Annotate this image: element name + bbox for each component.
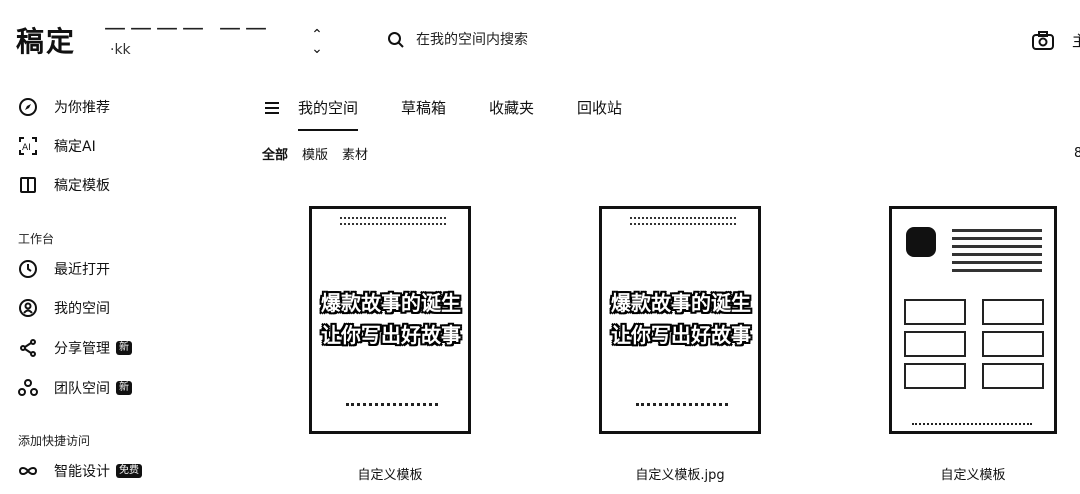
card-thumbnail[interactable] bbox=[889, 206, 1057, 434]
app-root: 稿定 ———— —— ·kk ⌃⌄ 主 为 bbox=[0, 0, 1080, 494]
thumbnail-subheadline: 让你写出好故事 bbox=[611, 323, 751, 347]
sidebar-item-templates[interactable]: 稿定模板 bbox=[18, 170, 218, 200]
team-switcher[interactable]: ———— —— ·kk ⌃ ⌄ bbox=[104, 14, 334, 60]
menu-icon[interactable] bbox=[262, 98, 282, 118]
sidebar-item-label: 团队空间 bbox=[54, 381, 110, 397]
top-bar: 稿定 ———— —— ·kk ⌃⌄ 主 bbox=[0, 0, 1080, 80]
decorative-dots bbox=[346, 403, 438, 411]
sidebar: 为你推荐 AI 稿定AI 稿定模板 工作台 最近打开 我的空间 分享管理 新 团… bbox=[0, 80, 230, 494]
search-icon bbox=[388, 32, 404, 48]
team-icon bbox=[18, 378, 38, 398]
filter-materials[interactable]: 素材 bbox=[342, 144, 368, 163]
sidebar-item-label: 稿定模板 bbox=[54, 178, 110, 194]
filter-all[interactable]: 全部 bbox=[262, 144, 288, 163]
thumbnail-headline: 爆款故事的诞生 bbox=[321, 291, 461, 315]
sidebar-item-recommend[interactable]: 为你推荐 bbox=[18, 92, 218, 122]
card-name[interactable]: 自定义模板 bbox=[309, 464, 471, 483]
sidebar-item-ai[interactable]: AI 稿定AI bbox=[18, 131, 218, 161]
sidebar-item-label: 我的空间 bbox=[54, 301, 110, 317]
decorative-dots bbox=[636, 403, 728, 411]
decorative-dots bbox=[912, 423, 1032, 427]
sidebar-item-team-space[interactable]: 团队空间 新 bbox=[18, 373, 218, 403]
sidebar-item-label: 为你推荐 bbox=[54, 100, 110, 116]
sidebar-item-label: 智能设计 bbox=[54, 464, 110, 480]
section-label-quick-access[interactable]: 添加快捷访问 bbox=[18, 432, 90, 449]
search-bar[interactable] bbox=[378, 24, 798, 56]
avatar bbox=[906, 227, 936, 257]
ai-icon: AI bbox=[18, 136, 38, 156]
sidebar-item-label: 最近打开 bbox=[54, 262, 110, 278]
free-badge: 免费 bbox=[116, 464, 142, 478]
file-card[interactable]: 爆款故事的诞生 让你写出好故事 自定义模板.jpg bbox=[599, 206, 761, 483]
thumbnail-headline: 爆款故事的诞生 bbox=[611, 291, 751, 315]
team-subtitle: ·kk bbox=[110, 42, 131, 58]
tab-trash[interactable]: 回收站 bbox=[577, 93, 622, 123]
space-tabs: 我的空间 草稿箱 收藏夹 回收站 bbox=[262, 88, 665, 131]
filter-templates[interactable]: 模版 bbox=[302, 144, 328, 163]
filter-bar: 全部 模版 素材 bbox=[262, 144, 382, 163]
decorative-dots bbox=[630, 217, 736, 225]
sidebar-item-label: 分享管理 bbox=[54, 341, 110, 357]
new-badge: 新 bbox=[116, 341, 132, 355]
section-label-workspace: 工作台 bbox=[18, 232, 55, 246]
sidebar-item-recent[interactable]: 最近打开 bbox=[18, 254, 218, 284]
document-preview bbox=[892, 209, 1054, 431]
sidebar-item-my-space[interactable]: 我的空间 bbox=[18, 293, 218, 323]
tab-my-space[interactable]: 我的空间 bbox=[298, 93, 359, 131]
chevron-updown-icon: ⌃ ⌄ bbox=[311, 27, 323, 57]
team-name: ———— —— bbox=[104, 16, 271, 41]
file-card[interactable]: 爆款故事的诞生 让你写出好故事 自定义模板 bbox=[309, 206, 471, 483]
svg-text:AI: AI bbox=[22, 143, 31, 153]
clock-icon bbox=[18, 259, 38, 279]
camera-icon[interactable] bbox=[1030, 28, 1056, 54]
compass-icon bbox=[18, 97, 38, 117]
sidebar-item-share[interactable]: 分享管理 新 bbox=[18, 333, 218, 363]
card-name[interactable]: 自定义模板 bbox=[889, 464, 1057, 483]
card-thumbnail[interactable]: 爆款故事的诞生 让你写出好故事 bbox=[309, 206, 471, 434]
search-input[interactable] bbox=[414, 31, 774, 49]
infinity-icon bbox=[18, 461, 38, 481]
sidebar-item-label: 稿定AI bbox=[54, 139, 96, 155]
tab-drafts[interactable]: 草稿箱 bbox=[401, 93, 446, 123]
thumbnail-subheadline: 让你写出好故事 bbox=[321, 323, 461, 347]
right-edge-mark: 8 bbox=[1074, 146, 1080, 161]
template-icon bbox=[18, 175, 38, 195]
file-card[interactable]: 自定义模板 bbox=[889, 206, 1057, 483]
content-blocks bbox=[904, 299, 1044, 395]
sidebar-item-smart-design[interactable]: 智能设计 免费 bbox=[18, 456, 218, 486]
new-badge: 新 bbox=[116, 381, 132, 395]
logo[interactable]: 稿定 bbox=[16, 20, 76, 60]
user-icon bbox=[18, 298, 38, 318]
share-icon bbox=[18, 338, 38, 358]
top-right-cut-label[interactable]: 主 bbox=[1072, 30, 1080, 51]
card-thumbnail[interactable]: 爆款故事的诞生 让你写出好故事 bbox=[599, 206, 761, 434]
text-lines bbox=[952, 229, 1042, 277]
tab-favorites[interactable]: 收藏夹 bbox=[489, 93, 534, 123]
card-name[interactable]: 自定义模板.jpg bbox=[599, 464, 761, 483]
decorative-dots bbox=[340, 217, 446, 225]
